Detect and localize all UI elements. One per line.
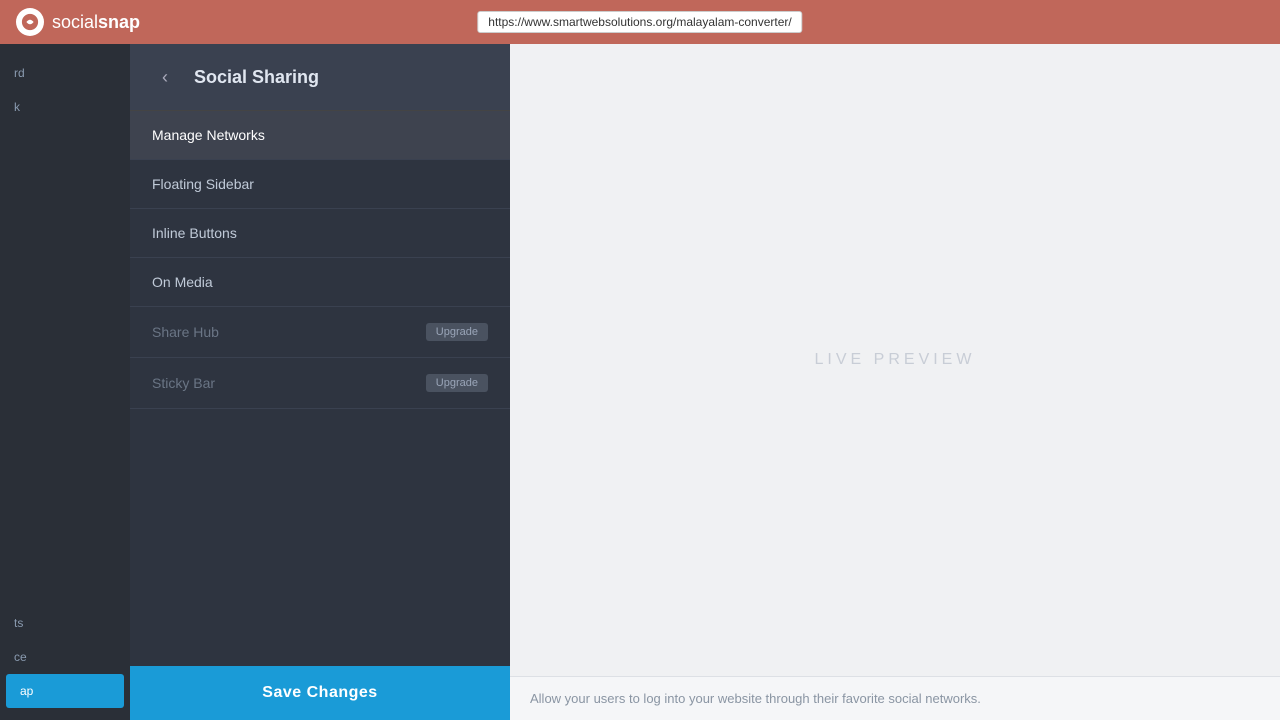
live-preview-label: LIVE PREVIEW xyxy=(815,351,976,369)
sidebar-item-ap[interactable]: ap xyxy=(6,674,124,708)
menu-item-label: Inline Buttons xyxy=(152,225,237,241)
menu-item-share-hub[interactable]: Share Hub Upgrade xyxy=(130,307,510,358)
menu-item-label: Sticky Bar xyxy=(152,375,215,391)
sidebar-menu: Manage Networks Floating Sidebar Inline … xyxy=(130,111,510,666)
sidebar-item-k[interactable]: k xyxy=(0,90,130,124)
preview-area: LIVE PREVIEW Allow your users to log int… xyxy=(510,44,1280,720)
url-bar[interactable]: https://www.smartwebsolutions.org/malaya… xyxy=(477,11,802,33)
plugin-sidebar: ‹ Social Sharing Manage Networks Floatin… xyxy=(130,44,510,720)
upgrade-badge-share-hub[interactable]: Upgrade xyxy=(426,323,488,341)
menu-item-floating-sidebar[interactable]: Floating Sidebar xyxy=(130,160,510,209)
menu-item-inline-buttons[interactable]: Inline Buttons xyxy=(130,209,510,258)
sidebar-item-ce[interactable]: ce xyxy=(0,640,130,674)
far-sidebar: rd k ts ce ap xyxy=(0,44,130,720)
main-content: rd k ts ce ap ‹ Social Sharing Manage Ne… xyxy=(0,44,1280,720)
upgrade-badge-sticky-bar[interactable]: Upgrade xyxy=(426,374,488,392)
sidebar-item-rd[interactable]: rd xyxy=(0,56,130,90)
menu-item-label: Manage Networks xyxy=(152,127,265,143)
menu-item-label: Share Hub xyxy=(152,324,219,340)
sidebar-header: ‹ Social Sharing xyxy=(130,44,510,111)
preview-main: LIVE PREVIEW xyxy=(510,44,1280,676)
menu-item-label: Floating Sidebar xyxy=(152,176,254,192)
logo: socialsnap xyxy=(16,8,140,36)
logo-icon xyxy=(16,8,44,36)
menu-item-sticky-bar[interactable]: Sticky Bar Upgrade xyxy=(130,358,510,409)
menu-item-on-media[interactable]: On Media xyxy=(130,258,510,307)
menu-item-manage-networks[interactable]: Manage Networks xyxy=(130,111,510,160)
preview-footer: Allow your users to log into your websit… xyxy=(510,676,1280,720)
preview-footer-text: Allow your users to log into your websit… xyxy=(530,691,981,706)
save-button[interactable]: Save Changes xyxy=(130,666,510,720)
sidebar-title: Social Sharing xyxy=(194,67,319,88)
menu-item-label: On Media xyxy=(152,274,213,290)
logo-text: socialsnap xyxy=(52,12,140,33)
top-bar: socialsnap https://www.smartwebsolutions… xyxy=(0,0,1280,44)
back-button[interactable]: ‹ xyxy=(150,62,180,92)
sidebar-item-ts[interactable]: ts xyxy=(0,606,130,640)
